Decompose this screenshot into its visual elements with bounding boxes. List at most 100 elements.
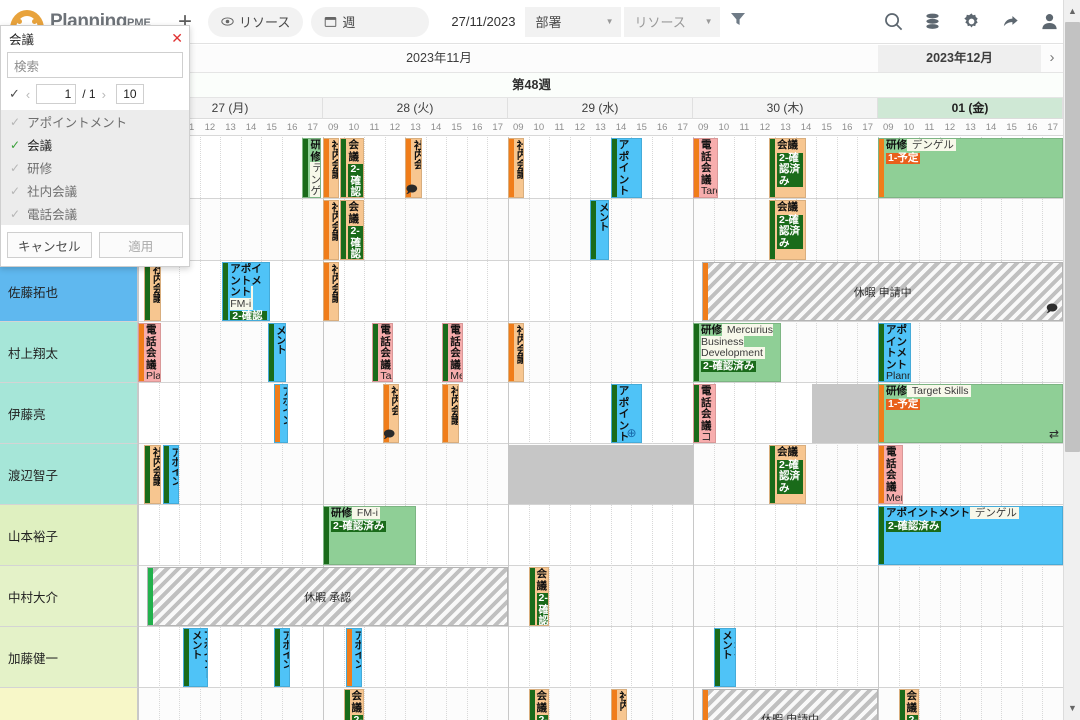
resource-row-header[interactable]: 山本裕子 bbox=[0, 505, 138, 566]
group-by-select[interactable]: 部署 ▼ bbox=[525, 6, 622, 37]
appointment-block[interactable]: アポイントメント bbox=[267, 323, 286, 382]
resource-row-header[interactable]: 中村大介 bbox=[0, 566, 138, 627]
appointment-block[interactable]: 会議2-確認済み bbox=[343, 689, 365, 720]
filter-option[interactable]: ✓ 社内会議 bbox=[1, 179, 189, 202]
resource-row-header[interactable]: 加藤健一 bbox=[0, 627, 138, 688]
appointment-block[interactable]: 社内会議 bbox=[508, 138, 525, 198]
appointment-block[interactable]: 電話会議TargetSkills bbox=[693, 138, 718, 198]
grid-line bbox=[425, 137, 427, 720]
appointment-block[interactable]: 社内会議 bbox=[323, 262, 340, 321]
appointment-block[interactable]: アポイン bbox=[273, 384, 289, 443]
day-header[interactable]: 30 (木) bbox=[693, 98, 878, 119]
resource-row-header[interactable]: 村上翔太 bbox=[0, 322, 138, 383]
add-linked-icon[interactable]: ⊕ bbox=[627, 427, 637, 440]
appointment-title: 会議 bbox=[536, 568, 548, 592]
appointment-block[interactable]: アポイン bbox=[345, 628, 363, 687]
appointment-block[interactable]: 電話会議TargetSkills bbox=[372, 323, 393, 382]
appointment-block[interactable]: アポイントメントPlanningPカナダ⊕ bbox=[610, 384, 642, 443]
database-button[interactable] bbox=[922, 11, 943, 32]
filter-button[interactable] bbox=[728, 9, 748, 34]
filter-option[interactable]: ✓ 研修 bbox=[1, 156, 189, 179]
appointment-block[interactable]: アポイントメント bbox=[713, 628, 737, 687]
appointment-block[interactable]: アポイントメント bbox=[590, 200, 609, 260]
appointment-block[interactable]: 研修 デンゲル 1-予定 bbox=[878, 138, 1063, 198]
scrollbar-thumb[interactable] bbox=[1065, 22, 1080, 452]
appointment-block[interactable]: 会議2-確認済み bbox=[528, 689, 550, 720]
appointment-block[interactable]: 電話会議MercuBusine bbox=[878, 445, 903, 504]
appointment-block[interactable]: 研修 Target Skills 1-予定 ⇄ bbox=[878, 384, 1063, 443]
filter-option[interactable]: ✓ 電話会議 bbox=[1, 202, 189, 225]
appointment-block[interactable]: 会議2-確認済み bbox=[769, 445, 807, 504]
appointment-block[interactable]: アポイントメント bbox=[183, 628, 208, 687]
appointment-body: 研修 Target Skills 1-予定 bbox=[884, 385, 1062, 442]
appointment-block[interactable]: 電話会議コノゲス bbox=[693, 384, 716, 443]
absence-block[interactable]: 休暇 申請中 bbox=[702, 689, 878, 720]
appointment-block[interactable]: 研修 FM-i 2-確認済み bbox=[323, 506, 416, 565]
appointment-block[interactable]: 会議2-確認済み bbox=[528, 567, 550, 626]
appointment-block[interactable]: 会議2-確認済み bbox=[769, 200, 807, 260]
resource-row-header[interactable]: 渡辺智子 bbox=[0, 444, 138, 505]
appointment-title: 研修 bbox=[886, 385, 907, 397]
date-input[interactable]: 27/11/2023 bbox=[437, 6, 526, 37]
apply-button[interactable]: 適用 bbox=[98, 232, 183, 258]
close-icon[interactable]: ✕ bbox=[171, 30, 183, 47]
appointment-block[interactable]: 社内会議 bbox=[144, 262, 161, 321]
appointment-title: 社内会議 bbox=[515, 325, 524, 363]
page-number-input[interactable]: 1 bbox=[36, 84, 77, 104]
appointment-block[interactable]: 社内会議 bbox=[323, 200, 340, 260]
day-header[interactable]: 01 (金) bbox=[878, 98, 1063, 119]
settings-button[interactable] bbox=[961, 11, 982, 32]
appointment-block[interactable]: 会議2-確認済み bbox=[340, 200, 365, 260]
day-header[interactable]: 29 (水) bbox=[508, 98, 693, 119]
next-period-button[interactable]: › bbox=[1041, 45, 1063, 72]
appointment-block[interactable]: 社内会議 bbox=[508, 323, 525, 382]
absence-block[interactable]: 休暇 申請中 🗩 bbox=[702, 262, 1063, 321]
resource-view-button[interactable]: リソース bbox=[208, 6, 304, 37]
page-size-input[interactable]: 10 bbox=[115, 84, 144, 104]
resource-row-header[interactable]: 伊藤亮 bbox=[0, 383, 138, 444]
appointment-block[interactable]: 社内会 🗩 bbox=[382, 384, 400, 443]
appointment-block[interactable]: アポイントメント FM-i2-確認済み bbox=[222, 262, 270, 321]
resource-row-header[interactable] bbox=[0, 688, 138, 720]
resource-row-header[interactable]: 佐藤拓也 bbox=[0, 261, 138, 322]
scroll-down-button[interactable]: ▼ bbox=[1064, 700, 1080, 717]
search-button[interactable] bbox=[883, 11, 904, 32]
absence-block[interactable]: 休暇 承認 bbox=[147, 567, 508, 626]
appointment-block[interactable]: 社内会議 bbox=[144, 445, 161, 504]
appointment-block[interactable]: 研修 デンゲルキャンセル bbox=[302, 138, 321, 198]
appointment-block[interactable]: 会議2-確認済み bbox=[340, 138, 365, 198]
appointment-block[interactable]: アポイントメントPlanningPカナダ bbox=[878, 323, 911, 382]
share-button[interactable] bbox=[1000, 11, 1021, 32]
appointment-block[interactable]: アポイン bbox=[273, 628, 291, 687]
select-all-check-icon[interactable]: ✓ bbox=[9, 86, 20, 102]
appointment-block[interactable]: 社内会議 bbox=[442, 384, 459, 443]
filter-search-input[interactable]: 検索 bbox=[7, 52, 183, 78]
next-page-button[interactable]: › bbox=[102, 87, 106, 102]
appointment-block[interactable]: 社内会議 bbox=[323, 138, 340, 198]
appointment-block[interactable]: アポイン bbox=[162, 445, 180, 504]
appointment-title: 電話会議 bbox=[380, 324, 391, 371]
prev-page-button[interactable]: ‹ bbox=[26, 87, 30, 102]
appointment-block[interactable]: アポイントメントPlanningPナランダ bbox=[610, 138, 642, 198]
absence-label: 休暇 承認 bbox=[304, 591, 352, 604]
appointment-block[interactable]: 研修 Mercurius Business Development 2-確認済み bbox=[693, 323, 782, 382]
day-header[interactable]: 28 (火) bbox=[323, 98, 508, 119]
appointment-block[interactable]: 会議2-確認済み bbox=[898, 689, 920, 720]
appointment-block[interactable]: 会議2-確認済み bbox=[769, 138, 807, 198]
user-button[interactable] bbox=[1039, 11, 1060, 32]
vertical-scrollbar[interactable]: ▲ ▼ bbox=[1063, 0, 1080, 720]
filter-option[interactable]: ✓ 会議 bbox=[1, 133, 189, 156]
appointment-block[interactable]: 社内 bbox=[610, 689, 628, 720]
resource-select[interactable]: リソース ▼ bbox=[624, 6, 721, 37]
appointment-block[interactable]: 電話会議MercuBusine bbox=[442, 323, 463, 382]
period-button[interactable]: 週 bbox=[311, 6, 430, 37]
filter-option[interactable]: ✓ アポイントメント bbox=[1, 110, 189, 133]
appointment-block[interactable]: アポイントメント デンゲル 2-確認済み bbox=[878, 506, 1063, 565]
scroll-up-button[interactable]: ▲ bbox=[1064, 3, 1080, 20]
filter-option-label: 研修 bbox=[27, 162, 53, 176]
timeline-row[interactable] bbox=[138, 688, 1063, 720]
appointment-status-label: 2-確認済み bbox=[331, 519, 387, 532]
appointment-block[interactable]: 電話会議Planniカナ bbox=[138, 323, 161, 382]
appointment-block[interactable]: 社内会 🗩 bbox=[405, 138, 422, 198]
cancel-button[interactable]: キャンセル bbox=[7, 232, 92, 258]
